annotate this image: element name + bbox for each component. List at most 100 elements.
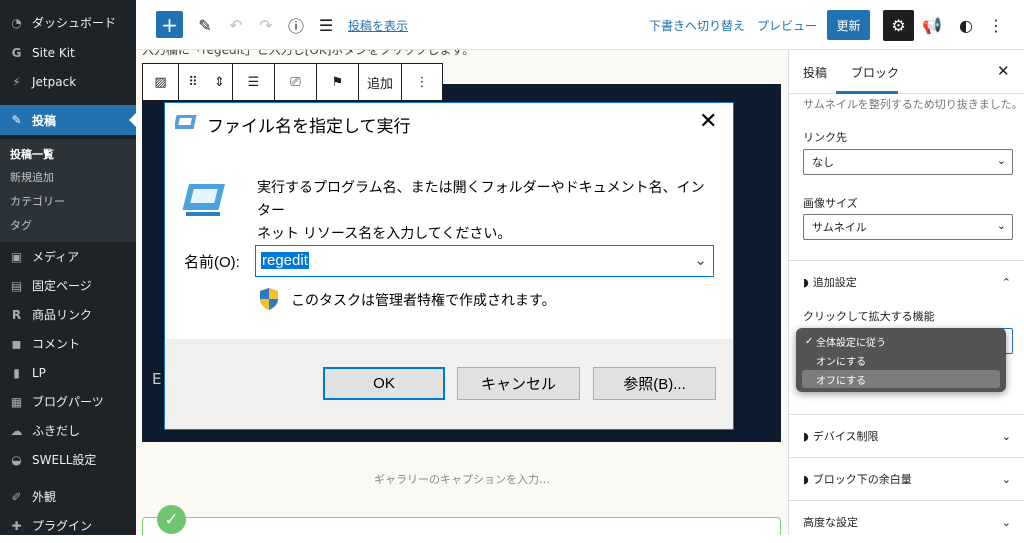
gallery-caption-placeholder[interactable]: ギャラリーのキャプションを入力…	[136, 471, 788, 487]
undo-icon[interactable]: ↶	[224, 10, 248, 40]
dropdown-option[interactable]: ✓ 全体設定に従う	[802, 332, 1000, 350]
drag-handle-icon[interactable]: ⠿	[179, 64, 207, 100]
blogparts-icon: ▦	[10, 394, 23, 409]
update-button[interactable]: 更新	[827, 10, 870, 40]
dialog-description: 実行するプログラム名、または開くフォルダーやドキュメント名、インター ネット リ…	[257, 176, 717, 245]
option-label: オンにする	[816, 356, 867, 368]
add-button[interactable]: 追加	[359, 64, 402, 100]
sidebar-item-comments[interactable]: ◼ コメント	[0, 329, 136, 358]
comment-icon: ◼	[11, 336, 22, 351]
dropdown-option[interactable]: オンにする	[802, 351, 1000, 369]
chevron-down-icon[interactable]: ⌄	[694, 251, 707, 269]
sidebar-item-product-links[interactable]: R 商品リンク	[0, 300, 136, 329]
block-options-icon[interactable]: ⋮	[402, 64, 442, 100]
sidebar-item-posts[interactable]: ✎ 投稿	[0, 105, 136, 135]
section-title: デバイス制限	[812, 430, 879, 443]
sidebar-item-label: Jetpack	[32, 74, 77, 89]
name-input[interactable]: regedit ⌄	[255, 245, 714, 277]
redo-icon[interactable]: ↷	[254, 10, 278, 40]
sidebar-item-blog-parts[interactable]: ▦ ブログパーツ	[0, 387, 136, 416]
admin-note: このタスクは管理者特権で作成されます。	[291, 292, 556, 308]
submenu-item-add-new[interactable]: 新規追加	[10, 169, 54, 185]
page-icon: ▮	[13, 365, 20, 380]
chevron-down-icon: ⌄	[1001, 515, 1011, 529]
info-icon[interactable]: ⓘ	[284, 10, 308, 40]
swell-logo-icon[interactable]: ◐	[954, 10, 978, 40]
submenu-item-all-posts[interactable]: 投稿一覧	[10, 146, 54, 162]
jetpack-icon: ⚡	[12, 74, 21, 89]
bottom-margin-section[interactable]: ◗ ブロック下の余白量 ⌄	[789, 457, 1024, 500]
show-posts-link[interactable]: 投稿を表示	[348, 10, 408, 40]
sidebar-item-media[interactable]: ▣ メディア	[0, 242, 136, 271]
cancel-button[interactable]: キャンセル	[457, 367, 580, 400]
megaphone-icon[interactable]: 📢	[920, 10, 944, 40]
sidebar-item-plugins[interactable]: ✚ プラグイン	[0, 511, 136, 540]
sidebar-item-jetpack[interactable]: ⚡ Jetpack	[0, 67, 136, 96]
swell-logo-icon: ◗	[803, 429, 809, 443]
image-size-label: 画像サイズ	[803, 197, 858, 210]
dropdown-option[interactable]: オフにする	[802, 370, 1000, 388]
link-select[interactable]: なし ⌄	[803, 149, 1013, 175]
tab-block[interactable]: ブロック	[851, 64, 899, 81]
sidebar-item-sitekit[interactable]: G Site Kit	[0, 38, 136, 67]
submenu-item-tags[interactable]: タグ	[10, 217, 32, 233]
advanced-section[interactable]: 高度な設定 ⌄	[789, 500, 1024, 543]
align-icon[interactable]: ☰	[233, 64, 275, 100]
description-line: ネット リソース名を入力してください。	[257, 225, 512, 241]
sidebar-item-appearance[interactable]: ✐ 外観	[0, 482, 136, 511]
image-block-icon[interactable]: ▨	[143, 64, 179, 100]
replace-image-icon[interactable]: ⎚	[275, 64, 317, 100]
pages-icon: ▤	[10, 278, 23, 293]
link-select-value: なし	[812, 156, 834, 169]
ok-button[interactable]: OK	[323, 367, 445, 400]
media-icon: ▣	[10, 249, 23, 264]
image-size-select[interactable]: サムネイル ⌄	[803, 214, 1013, 240]
preview-button[interactable]: プレビュー	[757, 10, 817, 40]
editor-toolbar: + ✎ ↶ ↷ ⓘ ☰ 投稿を表示 下書きへ切り替え プレビュー 更新 ⚙ 📢 …	[136, 0, 1024, 50]
device-limit-section[interactable]: ◗ デバイス制限 ⌄	[789, 414, 1024, 457]
sidebar-item-pages[interactable]: ▤ 固定ページ	[0, 271, 136, 300]
list-view-icon[interactable]: ☰	[314, 10, 338, 40]
sidebar-item-label: コメント	[32, 337, 81, 351]
block-toolbar: ▨ ⠿ ⇕ ☰ ⎚ ⚑ 追加 ⋮	[142, 63, 443, 101]
section-title: 追加設定	[812, 276, 857, 289]
crop-note: サムネイルを整列するため切り抜きました。	[803, 98, 1023, 111]
swell-icon: ◒	[11, 452, 22, 467]
chevron-down-icon: ⌄	[996, 219, 1006, 232]
editor-canvas: 入力欄に「regedit」と入力し[OK]ボタンをクリックします。 E ファイル…	[136, 50, 788, 535]
image-size-select-value: サムネイル	[812, 221, 867, 234]
more-options-icon[interactable]: ⋮	[984, 10, 1008, 40]
section-title: 高度な設定	[803, 516, 858, 529]
switch-to-draft-button[interactable]: 下書きへ切り替え	[649, 10, 745, 40]
section-title: ブロック下の余白量	[812, 473, 912, 486]
sidebar-item-label: 投稿	[32, 113, 57, 128]
move-up-down-icon[interactable]: ⇕	[207, 64, 233, 100]
close-icon[interactable]: ✕	[699, 109, 717, 134]
paragraph-text[interactable]: 入力欄に「regedit」と入力し[OK]ボタンをクリックします。	[142, 50, 474, 58]
sitekit-icon: G	[11, 45, 22, 60]
sidebar-item-balloon[interactable]: ☁ ふきだし	[0, 416, 136, 445]
option-label: 全体設定に従う	[816, 337, 886, 349]
close-icon[interactable]: ✕	[997, 62, 1010, 80]
sidebar-item-lp[interactable]: ▮ LP	[0, 358, 136, 387]
add-block-button[interactable]: +	[156, 11, 183, 38]
browse-button[interactable]: 参照(B)...	[593, 367, 716, 400]
settings-gear-icon[interactable]: ⚙	[883, 10, 914, 41]
sidebar-item-label: ダッシュボード	[32, 16, 117, 30]
admin-sidebar: ◔ ダッシュボード G Site Kit ⚡ Jetpack ✎ 投稿 投稿一覧 新規追…	[0, 0, 136, 535]
cap-block[interactable]	[142, 517, 781, 535]
extra-settings-section[interactable]: ◗ 追加設定 ⌃	[789, 260, 1024, 303]
panel-tabs: 投稿 ブロック ✕	[789, 50, 1024, 94]
settings-sidebar: 投稿 ブロック ✕ サムネイルを整列するため切り抜きました。 リンク先 なし ⌄ …	[788, 50, 1024, 535]
swell-style-icon[interactable]: ⚑	[317, 64, 359, 100]
dialog-title: ファイル名を指定して実行	[207, 117, 411, 136]
edit-pencil-icon[interactable]: ✎	[193, 10, 217, 40]
tab-post[interactable]: 投稿	[803, 64, 827, 81]
sidebar-item-swell-settings[interactable]: ◒ SWELL設定	[0, 445, 136, 474]
gallery-image[interactable]: E ファイル名を指定して実行 ✕ 実行するプログラム名、または開くフォルダーやド…	[142, 84, 781, 442]
name-field-label: 名前(O):	[184, 254, 240, 271]
sidebar-item-dashboard[interactable]: ◔ ダッシュボード	[0, 8, 136, 37]
submenu-item-categories[interactable]: カテゴリー	[10, 193, 65, 209]
name-input-value: regedit	[261, 252, 309, 269]
chevron-down-icon: ⌄	[996, 154, 1006, 167]
